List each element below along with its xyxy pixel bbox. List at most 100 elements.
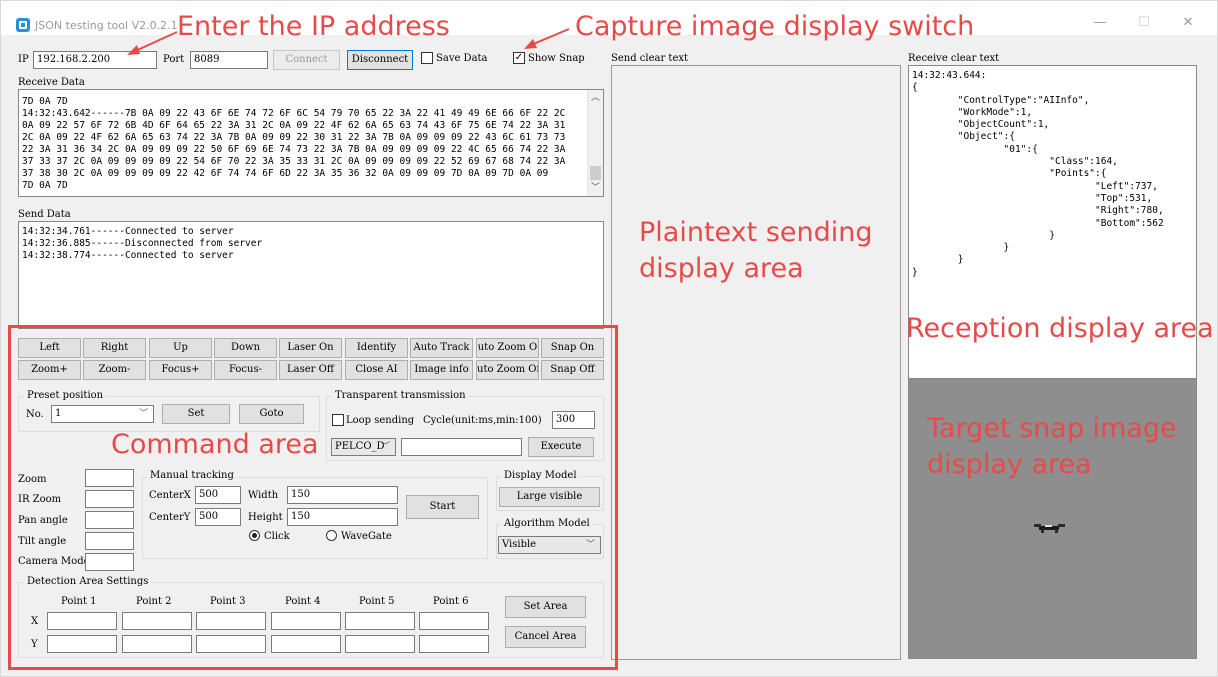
command-button-up[interactable]: Up <box>149 338 212 358</box>
centerx-label: CenterX <box>149 490 191 501</box>
annotation-ip: Enter the IP address <box>177 11 450 42</box>
command-button-zoom[interactable]: Zoom- <box>83 360 146 380</box>
camera-mode-label: Camera Mode <box>18 556 90 567</box>
annotation-snap-line1: Target snap image <box>927 413 1177 444</box>
detection-y-input[interactable] <box>345 635 415 653</box>
command-button-close-ai[interactable]: Close AI <box>345 360 408 380</box>
annotation-plaintext-line2: display area <box>639 253 804 284</box>
scroll-down-icon[interactable]: ﹀ <box>588 180 603 196</box>
cycle-input[interactable]: 300 <box>552 411 595 429</box>
receive-data-textbox[interactable]: 7D 0A 7D 14:32:43.642------7B 0A 09 22 43… <box>18 89 604 197</box>
scroll-up-icon[interactable]: ︿ <box>588 90 603 106</box>
receive-clear-line: "Bottom":562 <box>912 217 1164 229</box>
detection-x-input[interactable] <box>271 612 341 630</box>
receive-data-line: 14:32:43.642------7B 0A 09 22 43 6F 6E 7… <box>22 108 566 119</box>
command-button-auto-track[interactable]: Auto Track <box>410 338 473 358</box>
command-button-identify[interactable]: Identify <box>345 338 408 358</box>
loop-sending-checkbox[interactable] <box>332 414 344 426</box>
preset-position-label: Preset position <box>24 390 107 401</box>
command-button-laser-off[interactable]: Laser Off <box>279 360 342 380</box>
annotation-ip-arrow-icon <box>127 31 178 55</box>
start-tracking-button[interactable]: Start <box>406 495 479 519</box>
maximize-button[interactable]: ☐ <box>1129 13 1159 33</box>
click-radio[interactable] <box>249 530 260 541</box>
execute-button[interactable]: Execute <box>528 437 594 457</box>
receive-clear-line: } <box>912 266 918 278</box>
command-button-focus[interactable]: Focus+ <box>149 360 212 380</box>
receive-data-line: 37 33 37 2C 0A 09 09 09 09 22 54 6F 70 2… <box>22 156 566 167</box>
detection-x-input[interactable] <box>47 612 117 630</box>
detection-x-input[interactable] <box>122 612 192 630</box>
algorithm-model-select[interactable]: Visible ﹀ <box>498 536 601 554</box>
large-visible-button[interactable]: Large visible <box>499 487 600 507</box>
minimize-button[interactable]: — <box>1085 13 1115 33</box>
preset-number-select[interactable]: 1 ﹀ <box>51 405 154 423</box>
detection-y-input[interactable] <box>271 635 341 653</box>
command-button-right[interactable]: Right <box>83 338 146 358</box>
chevron-down-icon: ﹀ <box>586 540 596 550</box>
detection-y-input[interactable] <box>419 635 489 653</box>
save-data-checkbox[interactable] <box>421 52 433 64</box>
command-button-uto-zoom-of[interactable]: uto Zoom Of <box>476 360 539 380</box>
detection-y-input[interactable] <box>47 635 117 653</box>
height-input[interactable]: 150 <box>287 508 398 526</box>
annotation-snap-arrow-icon <box>524 28 570 49</box>
detection-x-label: X <box>31 616 39 627</box>
receive-clear-line: 14:32:43.644: <box>912 70 987 81</box>
command-button-focus[interactable]: Focus- <box>214 360 277 380</box>
protocol-select[interactable]: PELCO_D ﹀ <box>331 438 396 456</box>
centerx-input[interactable]: 500 <box>195 486 241 504</box>
send-data-line: 14:32:36.885------Disconnected from serv… <box>22 238 263 249</box>
preset-set-button[interactable]: Set <box>162 404 230 424</box>
send-data-line: 14:32:34.761------Connected to server <box>22 226 234 237</box>
detection-point-header: Point 3 <box>210 596 246 607</box>
command-button-uto-zoom-o[interactable]: uto Zoom O <box>476 338 539 358</box>
command-button-image-info[interactable]: Image info <box>410 360 473 380</box>
width-input[interactable]: 150 <box>287 486 398 504</box>
connect-button[interactable]: Connect <box>273 50 340 70</box>
scroll-thumb[interactable] <box>590 166 601 180</box>
detection-point-header: Point 6 <box>433 596 469 607</box>
wavegate-radio-label: WaveGate <box>341 531 392 542</box>
height-label: Height <box>248 512 283 523</box>
command-button-down[interactable]: Down <box>214 338 277 358</box>
command-button-left[interactable]: Left <box>18 338 81 358</box>
algorithm-model-value: Visible <box>502 539 537 550</box>
receive-clear-line: { <box>912 82 918 94</box>
detection-y-input[interactable] <box>122 635 192 653</box>
cycle-label: Cycle(unit:ms,min:100) <box>423 415 542 426</box>
centery-input[interactable]: 500 <box>195 508 241 526</box>
detection-point-header: Point 5 <box>359 596 395 607</box>
command-button-zoom[interactable]: Zoom+ <box>18 360 81 380</box>
command-button-snap-on[interactable]: Snap On <box>541 338 604 358</box>
transparent-command-input[interactable] <box>401 438 522 456</box>
detection-point-header: Point 1 <box>61 596 97 607</box>
detection-x-input[interactable] <box>196 612 266 630</box>
zoom-label: Zoom <box>18 474 47 485</box>
detection-x-input[interactable] <box>419 612 489 630</box>
pan-angle-field <box>85 511 134 529</box>
close-button[interactable]: ✕ <box>1173 13 1203 33</box>
send-clear-text-area[interactable] <box>611 65 901 660</box>
port-input[interactable]: 8089 <box>190 51 268 69</box>
detection-y-input[interactable] <box>196 635 266 653</box>
tilt-angle-field <box>85 532 134 550</box>
send-data-textbox[interactable]: 14:32:34.761------Connected to server 14:… <box>18 221 604 329</box>
cancel-area-button[interactable]: Cancel Area <box>505 626 586 648</box>
preset-goto-button[interactable]: Goto <box>239 404 304 424</box>
command-button-snap-off[interactable]: Snap Off <box>541 360 604 380</box>
receive-clear-line: "Right":780, <box>912 205 1164 217</box>
show-snap-checkbox[interactable]: ✓ <box>513 52 525 64</box>
receive-clear-line: } <box>912 254 964 266</box>
annotation-snap-line2: display area <box>927 449 1092 480</box>
pan-angle-label: Pan angle <box>18 515 68 526</box>
receive-data-line: 0A 09 22 57 6F 72 6B 4D 6F 64 65 22 3A 3… <box>22 120 566 131</box>
receive-scrollbar[interactable]: ︿ ﹀ <box>587 90 603 196</box>
set-area-button[interactable]: Set Area <box>505 596 586 618</box>
zoom-field <box>85 469 134 487</box>
detection-y-label: Y <box>31 639 38 650</box>
wavegate-radio[interactable] <box>326 530 337 541</box>
detection-x-input[interactable] <box>345 612 415 630</box>
disconnect-button[interactable]: Disconnect <box>347 50 413 70</box>
command-button-laser-on[interactable]: Laser On <box>279 338 342 358</box>
